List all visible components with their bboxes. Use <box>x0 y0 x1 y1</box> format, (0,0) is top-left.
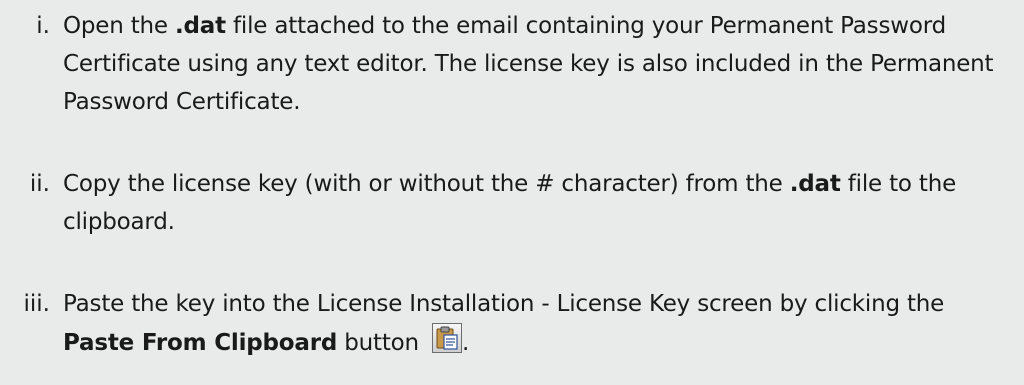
list-marker: ii. <box>29 171 50 197</box>
file-extension-label: .dat <box>789 171 841 197</box>
step-text-part: Open the <box>63 13 175 39</box>
list-marker: iii. <box>23 291 50 317</box>
list-marker: i. <box>36 13 50 39</box>
document-page: i. Open the .dat file attached to the em… <box>0 0 1024 385</box>
step-text: Paste the key into the License Installat… <box>63 285 1021 362</box>
step-text-part: . <box>462 330 470 356</box>
file-extension-label: .dat <box>175 13 226 39</box>
step-text-part: Copy the license key (with or without th… <box>63 171 790 197</box>
paste-from-clipboard-icon <box>432 323 463 353</box>
button-name-label: Paste From Clipboard <box>63 330 338 356</box>
step-text: Copy the license key (with or without th… <box>63 165 1021 241</box>
step-text-part: Paste the key into the License Installat… <box>63 291 945 317</box>
step-text: Open the .dat file attached to the email… <box>63 7 1021 121</box>
step-text-part: button <box>337 330 427 356</box>
